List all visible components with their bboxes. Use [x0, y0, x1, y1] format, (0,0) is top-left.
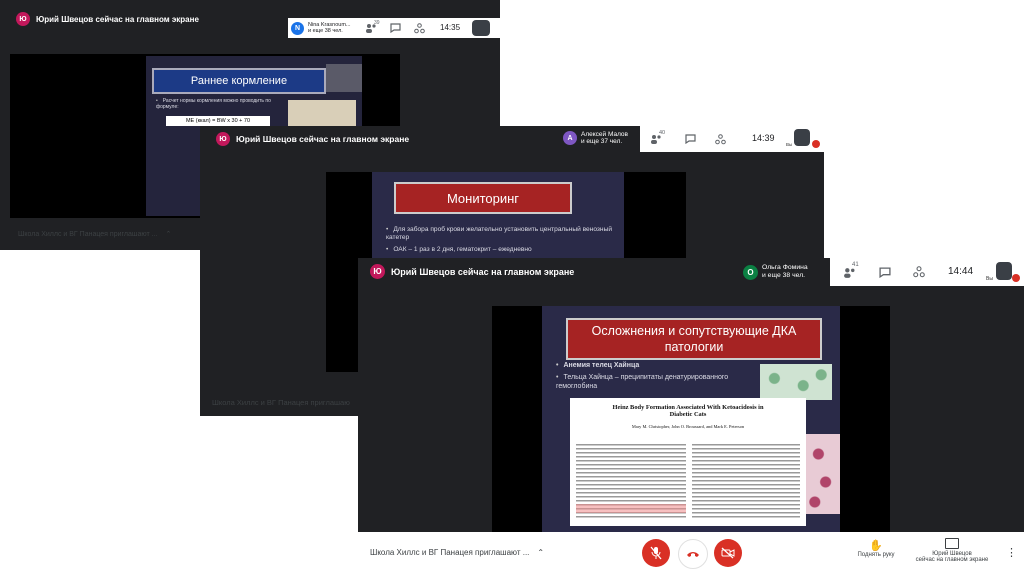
people-icon[interactable]: 39	[364, 20, 380, 35]
meeting-title: Школа Хиллс и ВГ Панацея приглашают ... …	[18, 230, 172, 239]
clock: 14:44	[948, 266, 974, 277]
participant-avatar: N	[291, 21, 304, 35]
more-options-icon[interactable]: ⋮	[1006, 548, 1017, 559]
self-view-thumbnail[interactable]	[794, 129, 810, 146]
slide: Осложнения и сопутствующие ДКА патологии…	[542, 306, 840, 532]
slide-bullets: Расчет нормы кормления можно проводить п…	[156, 98, 286, 111]
meet-window-3: Ю Юрий Швецов сейчас на главном экране О…	[358, 258, 1024, 574]
participant-more: и еще 38 чел.	[308, 28, 343, 34]
presenting-button[interactable]: Юрий Швецов сейчас на главном экране	[906, 538, 998, 563]
activities-icon[interactable]	[712, 132, 728, 146]
participant-more: и еще 37 чел.	[581, 138, 623, 145]
participant-chip[interactable]: О Ольга Фомина и еще 38 чел.	[740, 260, 831, 284]
top-bar: Ю Юрий Швецов сейчас на главном экране О…	[358, 258, 1024, 286]
participant-chip[interactable]: А Алексей Малов и еще 37 чел.	[560, 126, 641, 150]
mic-off-button[interactable]	[642, 539, 670, 567]
participant-avatar: А	[563, 131, 577, 145]
micrograph-image-2	[804, 434, 840, 514]
end-call-button[interactable]	[678, 539, 708, 569]
participant-count: 41	[852, 262, 859, 268]
participant-count: 39	[374, 20, 380, 26]
notification-badge	[1012, 274, 1020, 282]
slide-bullets: Анемия телец Хайнца Тельца Хайнца – прец…	[556, 362, 752, 391]
presenter-indicator: Ю Юрий Швецов сейчас на главном экране	[16, 12, 199, 26]
self-view-thumbnail[interactable]	[996, 262, 1012, 280]
people-icon[interactable]: 41	[840, 262, 859, 280]
top-bar: Ю Юрий Швецов сейчас на главном экране N…	[0, 0, 500, 38]
meeting-title: Школа Хиллс и ВГ Панацея приглашаю	[212, 398, 350, 407]
slide-title: Раннее кормление	[152, 68, 326, 94]
presenter-text: Юрий Швецов сейчас на главном экране	[236, 134, 410, 144]
presenter-avatar: Ю	[370, 264, 385, 279]
slide-bullet: Анемия телец Хайнца	[556, 362, 752, 371]
chevron-up-icon[interactable]: ⌃	[165, 230, 171, 238]
present-screen-icon	[945, 538, 959, 549]
activities-icon[interactable]	[910, 264, 928, 280]
self-label: Вы	[786, 142, 793, 147]
slide-logo	[326, 64, 362, 92]
main-stage: Осложнения и сопутствующие ДКА патологии…	[492, 306, 890, 532]
camera-off-button[interactable]	[714, 539, 742, 567]
paper-authors: Mary M. Christopher, John O. Broussard, …	[631, 424, 745, 429]
participant-name: Алексей Малов	[581, 130, 628, 138]
clock: 14:39	[752, 133, 775, 143]
notification-badge	[812, 140, 820, 148]
chat-icon[interactable]	[682, 132, 698, 146]
micrograph-image	[760, 364, 832, 400]
slide-title: Осложнения и сопутствующие ДКА патологии	[566, 318, 822, 360]
raise-hand-button[interactable]: ✋ Поднять руку	[846, 540, 906, 558]
slide-bullet: Расчет нормы кормления можно проводить п…	[156, 98, 286, 111]
chevron-up-icon[interactable]: ⌃	[537, 548, 544, 557]
presenting-line2: сейчас на главном экране	[915, 557, 989, 563]
presenter-indicator: Ю Юрий Швецов сейчас на главном экране	[370, 264, 574, 279]
mic-off-icon	[650, 546, 662, 560]
slide-bullet: Тельца Хайнца – преципитаты денатурирова…	[556, 374, 752, 392]
paper-column-right	[692, 444, 800, 520]
raise-hand-label: Поднять руку	[857, 552, 895, 558]
hand-icon: ✋	[869, 540, 883, 552]
chat-icon[interactable]	[388, 21, 402, 35]
slide-bullet: Для забора проб крови желательно установ…	[386, 226, 618, 242]
participant-more: и еще 38 чел.	[762, 272, 806, 279]
top-bar: Ю Юрий Швецов сейчас на главном экране А…	[200, 126, 824, 152]
participant-chip[interactable]: N Nina Krasnoum... и еще 38 чел.	[288, 18, 361, 38]
people-icon[interactable]: 40	[648, 130, 666, 146]
presenter-indicator: Ю Юрий Швецов сейчас на главном экране	[216, 132, 409, 146]
paper-highlight	[576, 504, 686, 513]
self-label: Вы	[986, 276, 993, 282]
presenter-text: Юрий Швецов сейчас на главном экране	[36, 14, 199, 24]
presenter-avatar: Ю	[216, 132, 230, 146]
phone-hangup-icon	[687, 552, 699, 557]
participant-count: 40	[659, 130, 666, 136]
meeting-title: Школа Хиллс и ВГ Панацея приглашают ... …	[370, 548, 545, 557]
participant-avatar: О	[743, 264, 758, 280]
slide-formula: МЕ (ккал) = BW x 30 + 70	[166, 116, 270, 126]
activities-icon[interactable]	[412, 21, 426, 35]
participant-name: Nina Krasnoum...	[308, 21, 351, 28]
clock: 14:35	[440, 23, 461, 32]
chat-icon[interactable]	[876, 264, 894, 280]
participant-name: Ольга Фомина	[762, 264, 808, 272]
self-view-thumbnail[interactable]	[472, 20, 490, 36]
paper-title: Heinz Body Formation Associated With Ket…	[612, 404, 764, 418]
slide-bullet: ОАК – 1 раз в 2 дня, гематокрит – ежедне…	[386, 246, 618, 254]
paper-excerpt: Heinz Body Formation Associated With Ket…	[570, 398, 806, 526]
presenter-avatar: Ю	[16, 12, 30, 26]
camera-off-icon	[721, 547, 735, 559]
slide-bullets: Для забора проб крови желательно установ…	[386, 226, 618, 255]
slide-title: Мониторинг	[394, 182, 572, 214]
presenter-text: Юрий Швецов сейчас на главном экране	[391, 266, 575, 277]
